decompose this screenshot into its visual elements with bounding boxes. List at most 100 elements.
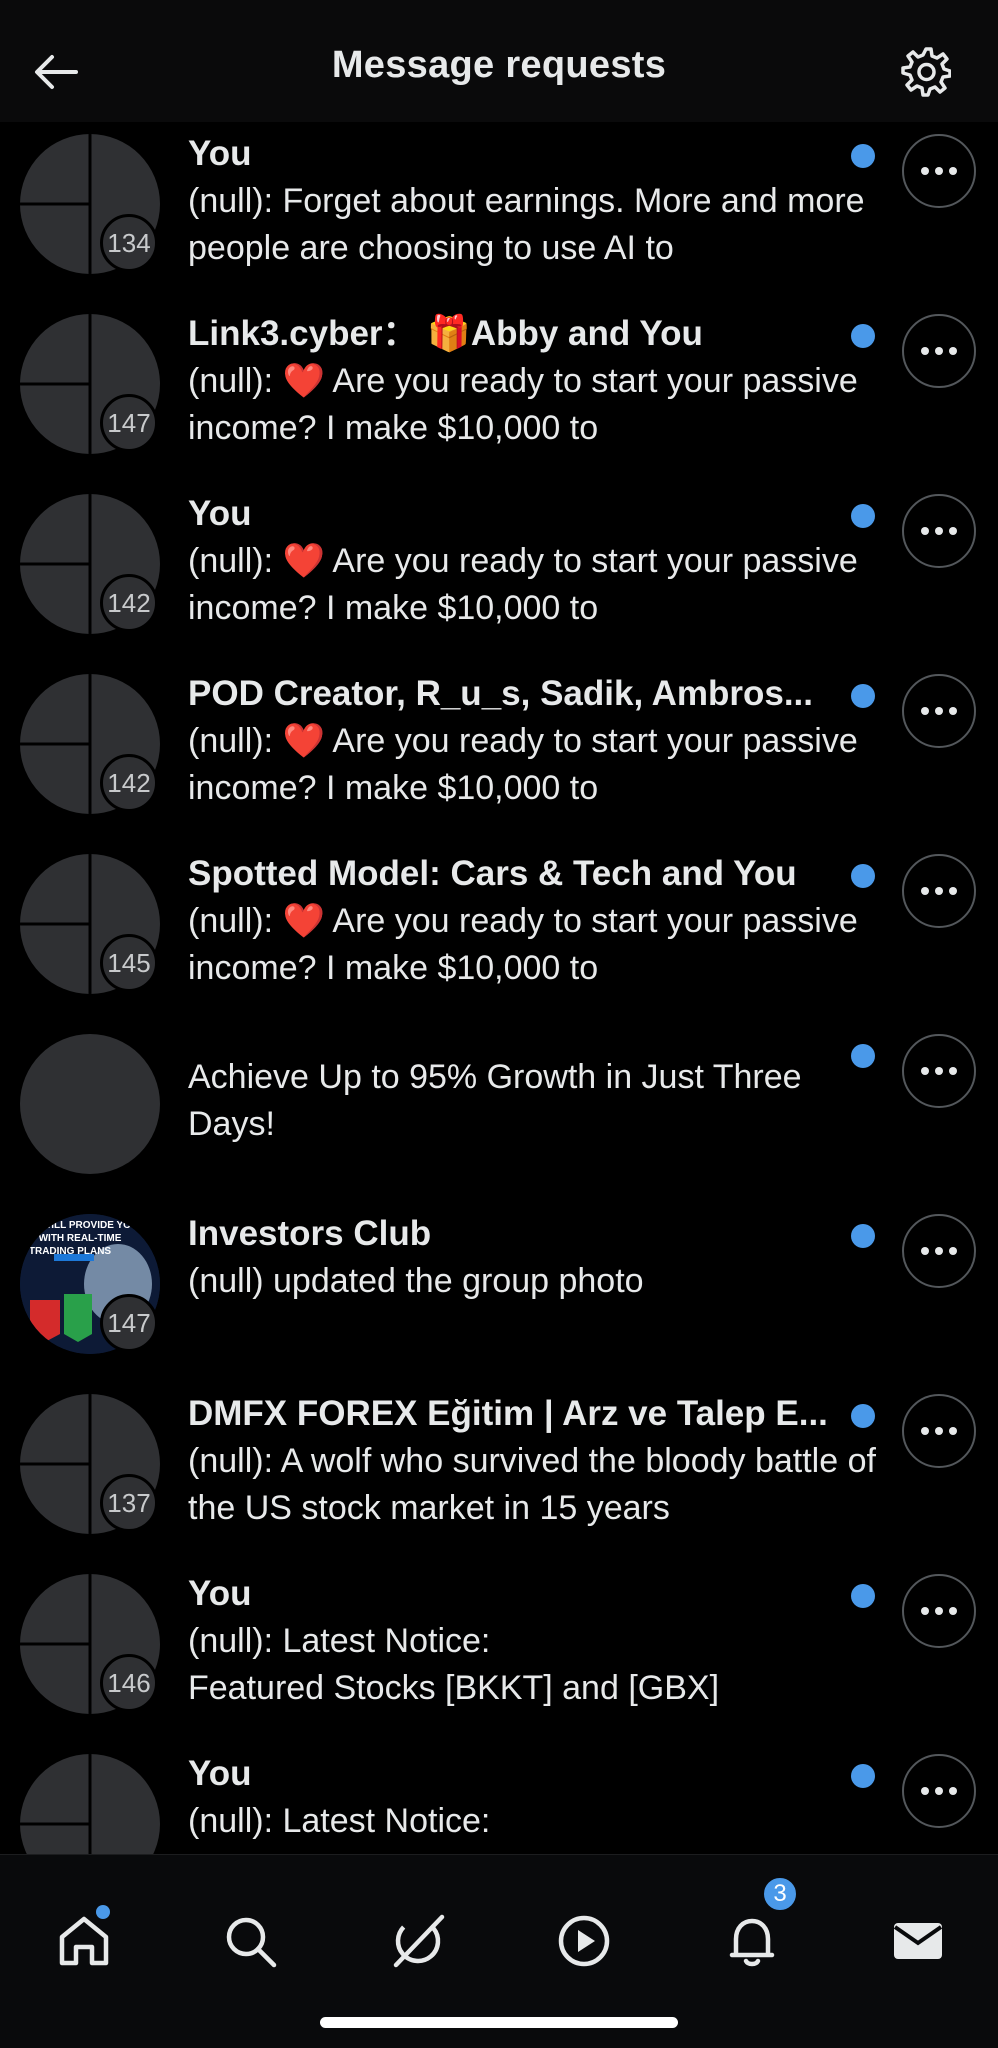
conversation-name: Link3.cyber： 🎁Abby and You [188,314,703,353]
conversation-row[interactable]: 142 You (null): ❤️ Are you ready to start … [0,482,998,662]
header: Message requests [0,0,998,122]
conversation-text: You (null): Latest Notice: Featured Stock… [188,1570,878,1712]
preview-prefix: (null): [188,542,283,580]
conversation-text: You (null): Latest Notice: [188,1750,878,1845]
conversation-row[interactable]: 146 You (null): Latest Notice: Featured St… [0,1562,998,1742]
unread-dot [851,324,875,348]
page-title: Message requests [331,44,667,86]
message-request-list[interactable]: 134 You (null): Forget about earnings. Mor… [0,122,998,1854]
more-horizontal-icon [921,1067,957,1075]
home-indicator[interactable] [320,2017,678,2028]
conversation-row[interactable]: Achieve Up to 95% Growth in Just Three D… [0,1022,998,1202]
conversation-row[interactable]: 147 Link3.cyber： 🎁Abby and You (null): ❤️ … [0,302,998,482]
participant-count-badge: 137 [100,1474,158,1532]
conversation-name: DMFX FOREX Eğitim | Arz ve Talep E... [188,1394,828,1433]
tab-search[interactable] [220,1911,280,1971]
more-options-button[interactable] [902,854,976,928]
home-icon [59,1916,109,1966]
message-preview: (null): ❤️ Are you ready to start your p… [188,898,878,992]
heart-icon: ❤️ [282,362,325,400]
avatar [20,1034,160,1174]
participant-count-badge: 134 [100,214,158,272]
tab-grok[interactable] [388,1911,448,1971]
conversation-name: Investors Club [188,1214,432,1253]
heart-icon: ❤️ [282,542,325,580]
participant-count-badge: 146 [100,1654,158,1712]
unread-dot [851,1764,875,1788]
avatar-thumb-line: WILL PROVIDE YOU [42,1220,138,1231]
gear-icon [901,47,951,97]
more-options-button[interactable] [902,134,976,208]
message-preview: Achieve Up to 95% Growth in Just Three D… [188,1058,802,1143]
more-horizontal-icon [921,707,957,715]
message-preview: (null): ❤️ Are you ready to start your p… [188,358,878,452]
conversation-name: Spotted Model: Cars & Tech and You [188,854,797,893]
more-options-button[interactable] [902,1034,976,1108]
more-options-button[interactable] [902,1574,976,1648]
conversation-name: POD Creator, R_u_s, Sadik, Ambros... [188,674,814,713]
tab-video[interactable] [554,1911,614,1971]
unread-dot [851,1044,875,1068]
more-horizontal-icon [921,167,957,175]
unread-dot [851,144,875,168]
message-preview: (null): Latest Notice: [188,1802,491,1840]
message-preview: (null): ❤️ Are you ready to start your p… [188,538,878,632]
more-options-button[interactable] [902,674,976,748]
conversation-row[interactable]: 137 DMFX FOREX Eğitim | Arz ve Talep E...… [0,1382,998,1562]
avatar-thumb-line: WITH REAL-TIME [39,1233,122,1244]
play-icon [558,1915,610,1967]
preview-prefix: (null): [188,362,283,400]
conversation-text: Link3.cyber： 🎁Abby and You (null): ❤️ Are… [188,310,878,452]
message-preview: (null) updated the group photo [188,1262,644,1300]
conversation-text: Achieve Up to 95% Growth in Just Three D… [188,1054,878,1148]
unread-dot [851,1224,875,1248]
tab-notifications[interactable] [722,1911,782,1971]
participant-count-badge: 147 [100,394,158,452]
conversation-text: DMFX FOREX Eğitim | Arz ve Talep E... (nu… [188,1390,878,1532]
conversation-name: You [188,134,252,173]
more-horizontal-icon [921,347,957,355]
message-preview: (null): Latest Notice: Featured Stocks [… [188,1622,720,1707]
bell-icon [729,1918,775,1967]
message-preview: (null): ❤️ Are you ready to start your p… [188,718,878,812]
participant-count-badge: 142 [100,754,158,812]
more-options-button[interactable] [902,494,976,568]
conversation-row[interactable]: 134 You (null): Forget about earnings. Mor… [0,122,998,302]
more-options-button[interactable] [902,1394,976,1468]
heart-icon: ❤️ [282,722,325,760]
preview-prefix: (null): [188,722,283,760]
unread-dot [851,684,875,708]
more-options-button[interactable] [902,1214,976,1288]
conversation-name: You [188,494,252,533]
group-avatar [20,1754,160,1854]
message-preview: (null): Forget about earnings. More and … [188,182,865,267]
unread-dot [851,1584,875,1608]
conversation-text: You (null): Forget about earnings. More a… [188,130,878,272]
more-horizontal-icon [921,1787,957,1795]
more-options-button[interactable] [902,1754,976,1828]
tab-messages[interactable] [888,1911,948,1971]
more-options-button[interactable] [902,314,976,388]
more-horizontal-icon [921,1247,957,1255]
notification-count-badge: 3 [762,1876,798,1912]
settings-button[interactable] [898,44,954,100]
conversation-text: Spotted Model: Cars & Tech and You (null)… [188,850,878,992]
conversation-name: You [188,1754,252,1793]
conversation-row[interactable]: 142 POD Creator, R_u_s, Sadik, Ambros... (… [0,662,998,842]
more-horizontal-icon [921,1427,957,1435]
home-unread-dot [96,1905,110,1919]
envelope-icon [893,1923,943,1959]
conversation-text: Investors Club (null) updated the group p… [188,1210,878,1305]
avatar-thumb-line: TRADING PLANS [29,1246,112,1257]
message-preview: (null): A wolf who survived the bloody b… [188,1442,876,1527]
search-icon [226,1917,277,1968]
unread-dot [851,864,875,888]
conversation-row[interactable]: You (null): Latest Notice: [0,1742,998,1854]
unread-dot [851,504,875,528]
tab-home[interactable] [54,1911,114,1971]
conversation-row[interactable]: 145 Spotted Model: Cars & Tech and You (nu… [0,842,998,1022]
conversation-text: You (null): ❤️ Are you ready to start you… [188,490,878,632]
conversation-row[interactable]: WILL PROVIDE YOU WITH REAL-TIME TRADING PL… [0,1202,998,1382]
grok-icon [393,1914,445,1968]
participant-count-badge: 142 [100,574,158,632]
